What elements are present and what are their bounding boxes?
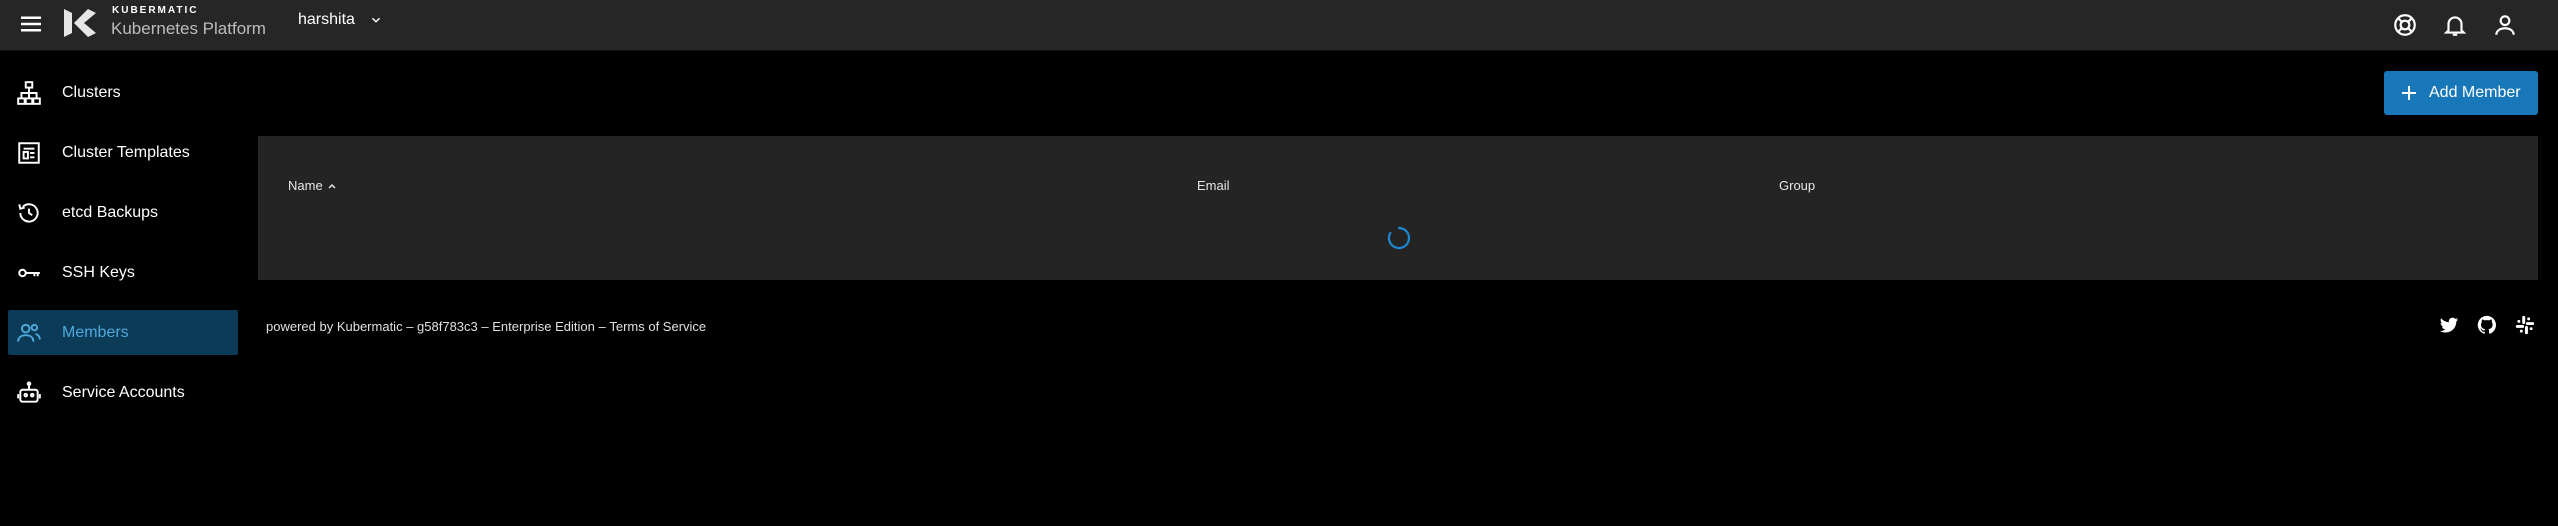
twitter-icon[interactable] [2438,314,2460,336]
footer-edition: Enterprise Edition [492,319,595,334]
add-member-button[interactable]: Add Member [2384,71,2538,115]
footer: powered by Kubermatic – g58f783c3 – Ente… [266,319,706,334]
slack-icon[interactable] [2514,314,2536,336]
sidebar-item-members[interactable]: Members [8,310,238,355]
brand-small-text: KUBERMATIC [112,5,199,16]
key-icon [18,268,40,278]
help-icon[interactable] [2392,12,2418,38]
footer-version: g58f783c3 [417,319,478,334]
column-header-email: Email [1197,178,1230,193]
social-links [2438,314,2536,336]
template-icon [18,142,40,164]
account-icon[interactable] [2492,12,2518,38]
footer-separator: – [477,319,493,334]
column-header-name[interactable]: Name [288,178,337,193]
plus-icon [2402,86,2416,100]
chevron-down-icon [371,17,380,23]
members-icon [17,323,41,342]
history-icon [18,203,39,223]
footer-powered-by[interactable]: powered by Kubermatic [266,319,403,334]
column-header-group: Group [1779,178,1816,193]
footer-separator: – [594,319,610,334]
loading-spinner-icon [1387,226,1411,250]
sidebar-item-label: Cluster Templates [62,143,190,161]
kubermatic-logo-icon[interactable] [62,5,98,41]
menu-icon[interactable] [16,9,46,39]
project-selector[interactable]: harshita [298,9,383,31]
project-name: harshita [298,11,355,28]
sidebar-item-clusters[interactable]: Clusters [8,70,238,115]
sidebar-item-etcd-backups[interactable]: etcd Backups [8,190,238,235]
top-right-actions [2392,12,2518,38]
sidebar-item-cluster-templates[interactable]: Cluster Templates [8,130,238,175]
sidebar-item-label: Clusters [62,83,121,101]
column-header-label: Name [288,178,323,193]
sidebar-item-service-accounts[interactable]: Service Accounts [8,370,238,415]
sidebar-item-label: Service Accounts [62,383,185,401]
add-member-label: Add Member [2429,84,2521,101]
brand-title: Kubernetes Platform [111,19,266,38]
footer-terms-link[interactable]: Terms of Service [609,319,706,334]
sidebar-item-ssh-keys[interactable]: SSH Keys [8,250,238,295]
footer-separator: – [402,319,418,334]
notifications-bell-icon[interactable] [2442,12,2468,38]
top-app-bar: KUBERMATIC Kubernetes Platform harshita [0,0,2558,51]
cluster-tree-icon [17,81,41,105]
robot-icon [17,381,41,403]
sidebar-item-label: SSH Keys [62,263,135,281]
github-icon[interactable] [2476,314,2498,336]
sort-ascending-icon [328,183,336,189]
sidebar-item-label: Members [62,323,129,341]
members-table: Name Email Group [258,136,2538,280]
sidebar-item-label: etcd Backups [62,203,159,221]
